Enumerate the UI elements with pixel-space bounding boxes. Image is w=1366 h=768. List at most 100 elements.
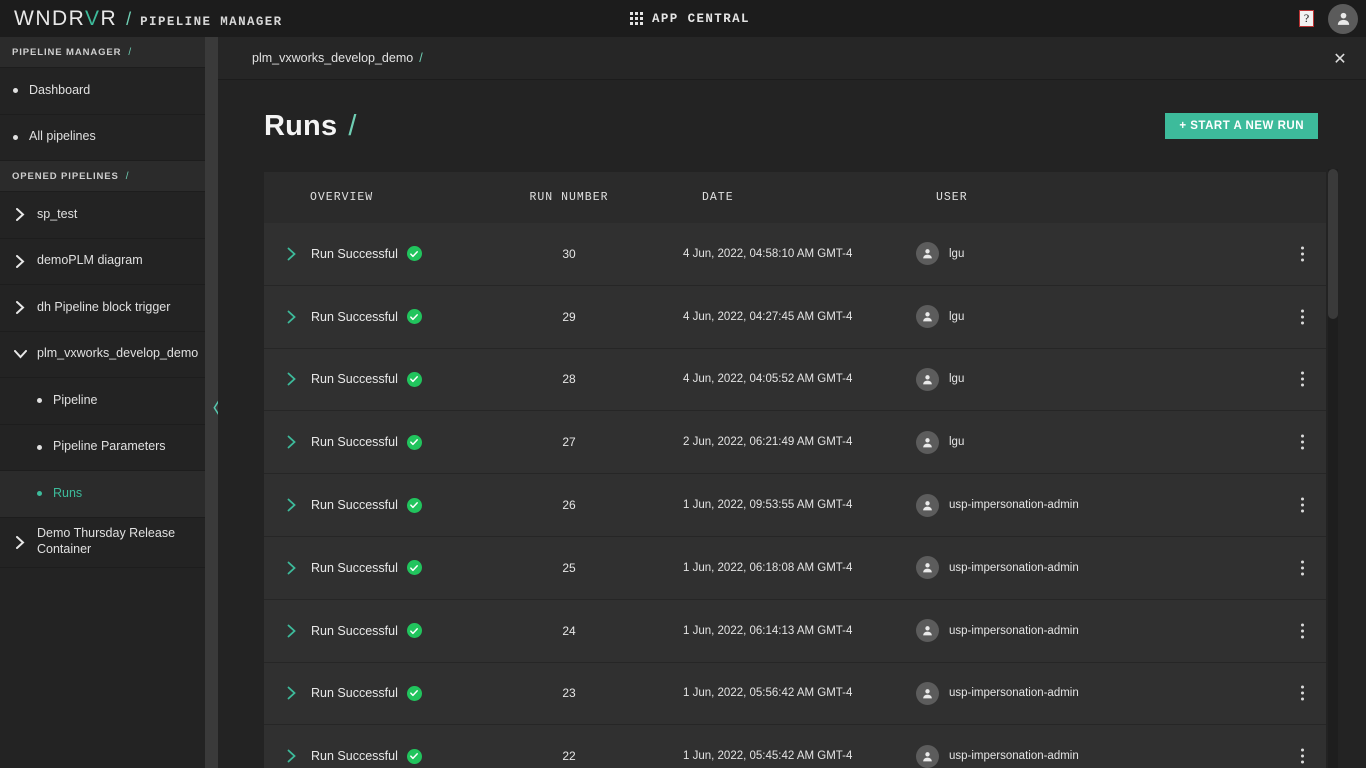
help-icon[interactable]: ?	[1299, 10, 1314, 27]
sidebar-item-sp-test[interactable]: sp_test	[0, 192, 205, 239]
cell-date: 1 Jun, 2022, 05:45:42 AM GMT-4	[683, 750, 853, 763]
run-status-label: Run Successful	[311, 749, 398, 764]
expand-row-chevron-icon[interactable]	[282, 498, 302, 512]
sidebar-item-all-pipelines[interactable]: All pipelines	[0, 115, 205, 161]
row-overflow-menu-icon[interactable]	[1301, 309, 1304, 325]
row-overflow-menu-icon[interactable]	[1301, 623, 1304, 639]
table-row[interactable]: Run Successful 22 1 Jun, 2022, 05:45:42 …	[264, 725, 1326, 768]
tab-separator: /	[419, 51, 423, 65]
table-row[interactable]: Run Successful 29 4 Jun, 2022, 04:27:45 …	[264, 285, 1326, 349]
row-overflow-menu-icon[interactable]	[1301, 748, 1304, 764]
run-status-label: Run Successful	[311, 246, 398, 261]
sidebar-item-dh-pipeline-block-trigger[interactable]: dh Pipeline block trigger	[0, 285, 205, 332]
column-header-date[interactable]: DATE	[664, 191, 904, 204]
run-status-label: Run Successful	[311, 372, 398, 387]
row-overflow-menu-icon[interactable]	[1301, 560, 1304, 576]
cell-overview: Run Successful	[264, 748, 474, 764]
cell-overview: Run Successful	[264, 371, 474, 387]
expand-row-chevron-icon[interactable]	[282, 372, 302, 386]
cell-run-number: 25	[562, 560, 576, 575]
cell-user: lgu	[904, 305, 1326, 329]
cell-overview: Run Successful	[264, 560, 474, 576]
column-header-user[interactable]: USER	[904, 191, 1326, 204]
sidebar-item-plm-vxworks-develop-demo[interactable]: plm_vxworks_develop_demo	[0, 332, 205, 378]
tab-label-text: plm_vxworks_develop_demo	[252, 51, 414, 65]
column-header-overview[interactable]: OVERVIEW	[264, 191, 474, 204]
run-status-label: Run Successful	[311, 498, 398, 513]
cell-run-number: 22	[562, 749, 576, 764]
cell-date: 4 Jun, 2022, 04:27:45 AM GMT-4	[683, 310, 853, 323]
sidebar-item-dashboard[interactable]: Dashboard	[0, 68, 205, 115]
row-avatar-icon	[916, 744, 939, 768]
row-user-name: usp-impersonation-admin	[949, 687, 1079, 700]
sidebar-item-runs[interactable]: Runs	[0, 471, 205, 518]
expand-row-chevron-icon[interactable]	[282, 686, 302, 700]
row-user-name: lgu	[949, 373, 965, 386]
sidebar-item-label: All pipelines	[29, 129, 96, 144]
expand-row-chevron-icon[interactable]	[282, 749, 302, 763]
expand-row-chevron-icon[interactable]	[282, 561, 302, 575]
tab-bar: plm_vxworks_develop_demo / ✕	[218, 37, 1366, 80]
sidebar-section-title: PIPELINE MANAGER	[12, 46, 122, 58]
sidebar-item-label: Runs	[53, 485, 83, 500]
sidebar-section-opened-pipelines: OPENED PIPELINES /	[0, 161, 205, 192]
row-overflow-menu-icon[interactable]	[1301, 246, 1304, 262]
bullet-icon	[13, 134, 18, 140]
table-row[interactable]: Run Successful 25 1 Jun, 2022, 06:18:08 …	[264, 536, 1326, 600]
sidebar-collapse-handle[interactable]: 〈	[201, 392, 223, 426]
success-check-icon	[406, 309, 422, 325]
scrollbar-thumb[interactable]	[1328, 169, 1338, 319]
grid-icon	[630, 12, 643, 25]
cell-date: 1 Jun, 2022, 06:14:13 AM GMT-4	[683, 624, 853, 637]
chevron-right-icon	[13, 208, 27, 222]
page-header: Runs / + START A NEW RUN	[218, 80, 1366, 172]
brand[interactable]: WNDRVR / PIPELINE MANAGER	[0, 7, 283, 31]
sidebar-item-pipeline[interactable]: Pipeline	[0, 378, 205, 425]
page-title: Runs /	[264, 110, 357, 143]
app-central-label: APP CENTRAL	[652, 11, 750, 26]
table-row[interactable]: Run Successful 28 4 Jun, 2022, 04:05:52 …	[264, 348, 1326, 412]
sidebar-item-label: demoPLM diagram	[37, 253, 143, 268]
expand-row-chevron-icon[interactable]	[282, 310, 302, 324]
bullet-icon	[13, 88, 18, 94]
start-a-new-run-button[interactable]: + START A NEW RUN	[1165, 113, 1318, 139]
cell-run-number: 28	[562, 372, 576, 387]
sidebar-item-pipeline-parameters[interactable]: Pipeline Parameters	[0, 425, 205, 471]
row-user-name: usp-impersonation-admin	[949, 750, 1079, 763]
bullet-icon	[37, 444, 42, 450]
expand-row-chevron-icon[interactable]	[282, 247, 302, 261]
sidebar-section-pipeline-manager: PIPELINE MANAGER /	[0, 37, 205, 68]
sidebar-item-demo-thursday-release-container[interactable]: Demo Thursday Release Container	[0, 518, 205, 568]
vertical-scrollbar[interactable]	[1328, 169, 1338, 768]
row-overflow-menu-icon[interactable]	[1301, 497, 1304, 513]
run-status-label: Run Successful	[311, 560, 398, 575]
cell-run-number: 26	[562, 498, 576, 513]
column-header-run-number[interactable]: RUN NUMBER	[474, 191, 664, 204]
row-overflow-menu-icon[interactable]	[1301, 685, 1304, 701]
app-central-button[interactable]: APP CENTRAL	[630, 0, 750, 37]
table-row[interactable]: Run Successful 26 1 Jun, 2022, 09:53:55 …	[264, 474, 1326, 537]
cell-run-number: 23	[562, 686, 576, 701]
run-status-label: Run Successful	[311, 435, 398, 450]
row-avatar-icon	[916, 430, 939, 454]
row-overflow-menu-icon[interactable]	[1301, 434, 1304, 450]
main-content: Runs / + START A NEW RUN OVERVIEW RUN NUM…	[218, 80, 1366, 768]
page-title-text: Runs	[264, 109, 338, 142]
success-check-icon	[406, 560, 422, 576]
table-row[interactable]: Run Successful 24 1 Jun, 2022, 06:14:13 …	[264, 599, 1326, 663]
close-icon[interactable]: ✕	[1326, 37, 1354, 80]
sidebar-item-demoplm-diagram[interactable]: demoPLM diagram	[0, 239, 205, 285]
tab-plm-vxworks-develop-demo[interactable]: plm_vxworks_develop_demo /	[218, 51, 423, 65]
user-avatar[interactable]	[1328, 3, 1358, 34]
expand-row-chevron-icon[interactable]	[282, 624, 302, 638]
row-overflow-menu-icon[interactable]	[1301, 371, 1304, 387]
table-row[interactable]: Run Successful 23 1 Jun, 2022, 05:56:42 …	[264, 662, 1326, 726]
expand-row-chevron-icon[interactable]	[282, 435, 302, 449]
row-user-name: lgu	[949, 310, 965, 323]
cell-run-number: 30	[562, 246, 576, 261]
table-row[interactable]: Run Successful 27 2 Jun, 2022, 06:21:49 …	[264, 411, 1326, 475]
sidebar-item-label: Pipeline	[53, 392, 98, 407]
table-row[interactable]: Run Successful 30 4 Jun, 2022, 04:58:10 …	[264, 223, 1326, 286]
cell-run-number: 29	[562, 309, 576, 324]
sidebar-item-label: Pipeline Parameters	[53, 439, 166, 454]
